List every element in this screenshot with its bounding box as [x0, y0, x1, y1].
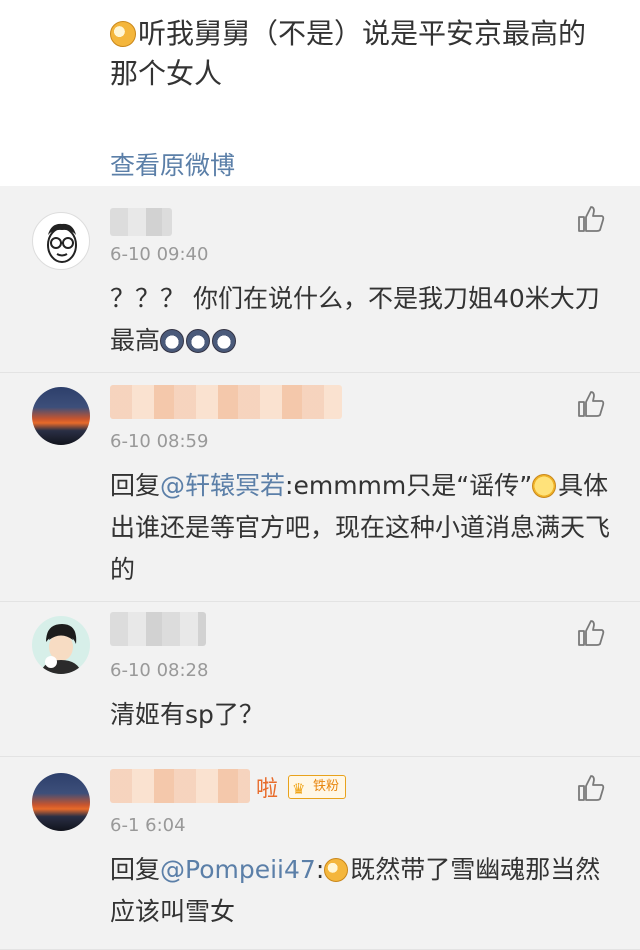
username-blurred[interactable] — [110, 612, 206, 646]
comment-text: ？？？ 你们在说什么，不是我刀姐40米大刀最高 — [110, 284, 600, 355]
thumbs-up-icon[interactable] — [576, 618, 606, 648]
username-tail[interactable]: 啦 — [256, 771, 278, 803]
fan-badge[interactable]: ♛ 铁粉 — [288, 775, 347, 799]
avatar[interactable] — [32, 212, 90, 270]
view-original-link[interactable]: 查看原微博 — [110, 146, 235, 182]
panda-emoji-icon — [186, 329, 211, 353]
thumbs-up-icon[interactable] — [576, 389, 606, 419]
username-blurred[interactable] — [110, 385, 342, 419]
comment-item: 6-10 09:40 ？？？ 你们在说什么，不是我刀姐40米大刀最高 — [0, 186, 640, 373]
mention-link[interactable]: @轩辕冥若 — [160, 471, 285, 500]
panda-emoji-icon — [160, 329, 185, 353]
comment-text: 回复@Pompeii47: 既然带了雪幽魂那当然应该叫雪女 — [110, 855, 601, 926]
crown-icon: ♛ — [292, 780, 306, 798]
username-blurred[interactable] — [110, 208, 172, 236]
comment-item: 6-10 08:59 回复@轩辕冥若:emmmm只是“谣传” 具体出谁还是等官方吧… — [0, 373, 640, 602]
comment-text: 回复@轩辕冥若:emmmm只是“谣传” 具体出谁还是等官方吧，现在这种小道消息满天… — [110, 471, 611, 584]
doodle-face-icon — [47, 223, 77, 263]
avatar[interactable] — [32, 387, 90, 445]
avatar[interactable] — [32, 773, 90, 831]
panda-emoji-icon — [212, 329, 237, 353]
comment-time: 6-10 09:40 — [110, 244, 209, 265]
comment-item: 6-10 08:28 清姬有sp了？ — [0, 602, 640, 757]
anime-character-icon — [40, 624, 82, 674]
doge-emoji-icon — [324, 858, 349, 882]
thumbs-up-icon[interactable] — [576, 773, 606, 803]
original-post: 听我舅舅（不是）说是平安京最高的那个女人 查看原微博 — [0, 0, 640, 186]
post-text: 听我舅舅（不是）说是平安京最高的那个女人 — [110, 17, 587, 90]
avatar[interactable] — [32, 616, 90, 674]
comment-time: 6-10 08:28 — [110, 660, 209, 681]
doge-emoji-icon — [110, 21, 136, 47]
thumbs-up-icon[interactable] — [576, 204, 606, 234]
username-blurred[interactable] — [110, 769, 250, 803]
comment-time: 6-10 08:59 — [110, 431, 209, 452]
nerd-emoji-icon — [532, 474, 557, 498]
mention-link[interactable]: @Pompeii47 — [160, 855, 316, 884]
comment-time: 6-1 6:04 — [110, 815, 186, 836]
comment-item: 啦 ♛ 铁粉 6-1 6:04 回复@Pompeii47: 既然带了雪幽魂那当然应该… — [0, 757, 640, 950]
comment-text: 清姬有sp了？ — [110, 700, 264, 729]
